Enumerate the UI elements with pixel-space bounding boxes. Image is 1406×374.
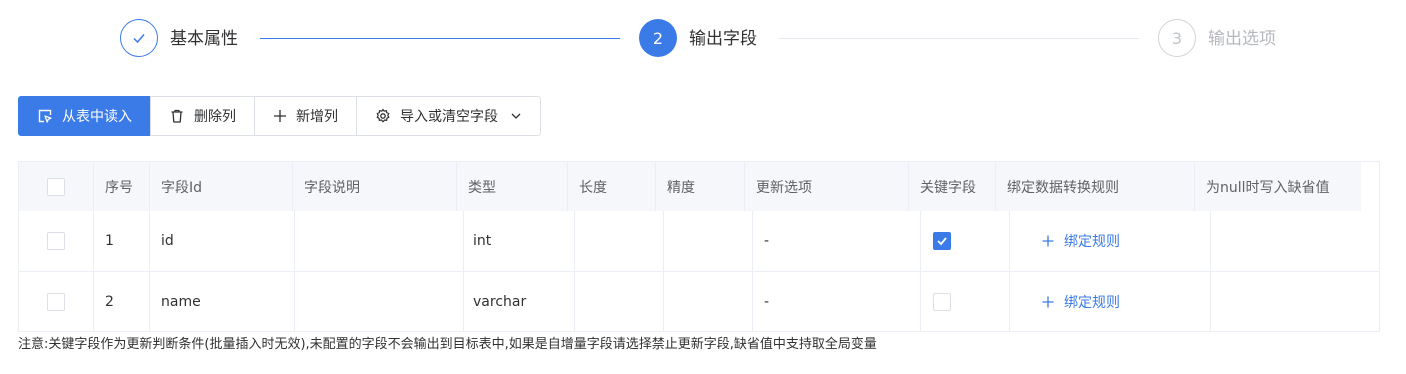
key-field-checkbox[interactable] (933, 293, 951, 311)
step-3-label: 输出选项 (1208, 29, 1276, 49)
table-header-row: 序号 字段Id 字段说明 类型 长度 精度 更新选项 关键字段 绑定数据转换规则… (19, 162, 1361, 212)
row-bind-rule-cell: 绑定规则 (1010, 211, 1211, 271)
help-note: 注意:关键字段作为更新判断条件(批量插入时无效),未配置的字段不会输出到目标表中… (18, 337, 877, 352)
import-or-clear-label: 导入或清空字段 (400, 109, 498, 125)
step-2-connector (779, 38, 1139, 39)
header-key-field: 关键字段 (909, 162, 996, 211)
step-1-connector (260, 38, 620, 39)
row-checkbox[interactable] (47, 293, 65, 311)
row-checkbox[interactable] (47, 232, 65, 250)
checkmark-icon (937, 237, 947, 246)
fields-table: 序号 字段Id 字段说明 类型 长度 精度 更新选项 关键字段 绑定数据转换规则… (18, 161, 1380, 332)
row-field-id[interactable]: id (150, 211, 295, 271)
step-2-number: 2 (639, 19, 677, 57)
chevron-down-icon (510, 110, 522, 122)
row-key-field-cell (921, 211, 1010, 271)
row-precision[interactable] (664, 272, 753, 331)
step-1-check-icon (120, 19, 158, 57)
delete-column-label: 删除列 (194, 109, 236, 125)
bind-rule-link[interactable]: 绑定规则 (1042, 292, 1120, 312)
row-length[interactable] (575, 211, 664, 271)
row-field-desc[interactable] (295, 272, 464, 331)
step-1-label: 基本属性 (170, 29, 238, 49)
table-row: 1 id int - 绑定规则 (19, 211, 1379, 272)
steps-bar: 基本属性 2 输出字段 3 输出选项 (0, 0, 1406, 80)
header-type: 类型 (457, 162, 568, 211)
add-column-button[interactable]: 新增列 (254, 96, 357, 136)
header-update-option: 更新选项 (745, 162, 909, 211)
import-or-clear-dropdown[interactable]: 导入或清空字段 (356, 96, 541, 136)
add-column-label: 新增列 (296, 109, 338, 125)
bind-rule-link[interactable]: 绑定规则 (1042, 231, 1120, 251)
toolbar: 从表中读入 删除列 新增列 导入或清空字段 (18, 96, 541, 136)
header-select-all-cell (19, 162, 94, 211)
row-default-value[interactable] (1211, 272, 1379, 331)
row-precision[interactable] (664, 211, 753, 271)
table-row: 2 name varchar - 绑定规则 (19, 272, 1379, 331)
select-cursor-icon (37, 108, 53, 124)
step-2-label: 输出字段 (689, 29, 757, 49)
row-update-option[interactable]: - (753, 272, 921, 331)
row-length[interactable] (575, 272, 664, 331)
row-select-cell (19, 211, 94, 271)
row-select-cell (19, 272, 94, 331)
select-all-checkbox[interactable] (47, 177, 65, 196)
row-field-id[interactable]: name (150, 272, 295, 331)
row-type[interactable]: int (464, 211, 575, 271)
step-3-number: 3 (1158, 19, 1196, 57)
plus-icon (1042, 296, 1054, 308)
row-field-desc[interactable] (295, 211, 464, 271)
header-precision: 精度 (656, 162, 745, 211)
gear-icon (375, 108, 391, 124)
plus-icon (1042, 235, 1054, 247)
header-length: 长度 (568, 162, 656, 211)
row-update-option[interactable]: - (753, 211, 921, 271)
key-field-checkbox[interactable] (933, 232, 951, 250)
delete-column-button[interactable]: 删除列 (150, 96, 255, 136)
row-default-value[interactable] (1211, 211, 1379, 271)
read-from-table-label: 从表中读入 (62, 109, 132, 125)
row-index: 1 (94, 211, 150, 271)
header-field-desc: 字段说明 (293, 162, 457, 211)
row-key-field-cell (921, 272, 1010, 331)
row-type[interactable]: varchar (464, 272, 575, 331)
bind-rule-label: 绑定规则 (1064, 295, 1120, 311)
header-index: 序号 (94, 162, 150, 211)
row-index: 2 (94, 272, 150, 331)
bind-rule-label: 绑定规则 (1064, 234, 1120, 250)
read-from-table-button[interactable]: 从表中读入 (18, 96, 151, 136)
header-bind-rule: 绑定数据转换规则 (996, 162, 1195, 211)
header-field-id: 字段Id (150, 162, 293, 211)
trash-icon (169, 108, 185, 124)
header-default-value: 为null时写入缺省值 (1206, 179, 1330, 196)
plus-icon (273, 109, 287, 123)
row-bind-rule-cell: 绑定规则 (1010, 272, 1211, 331)
